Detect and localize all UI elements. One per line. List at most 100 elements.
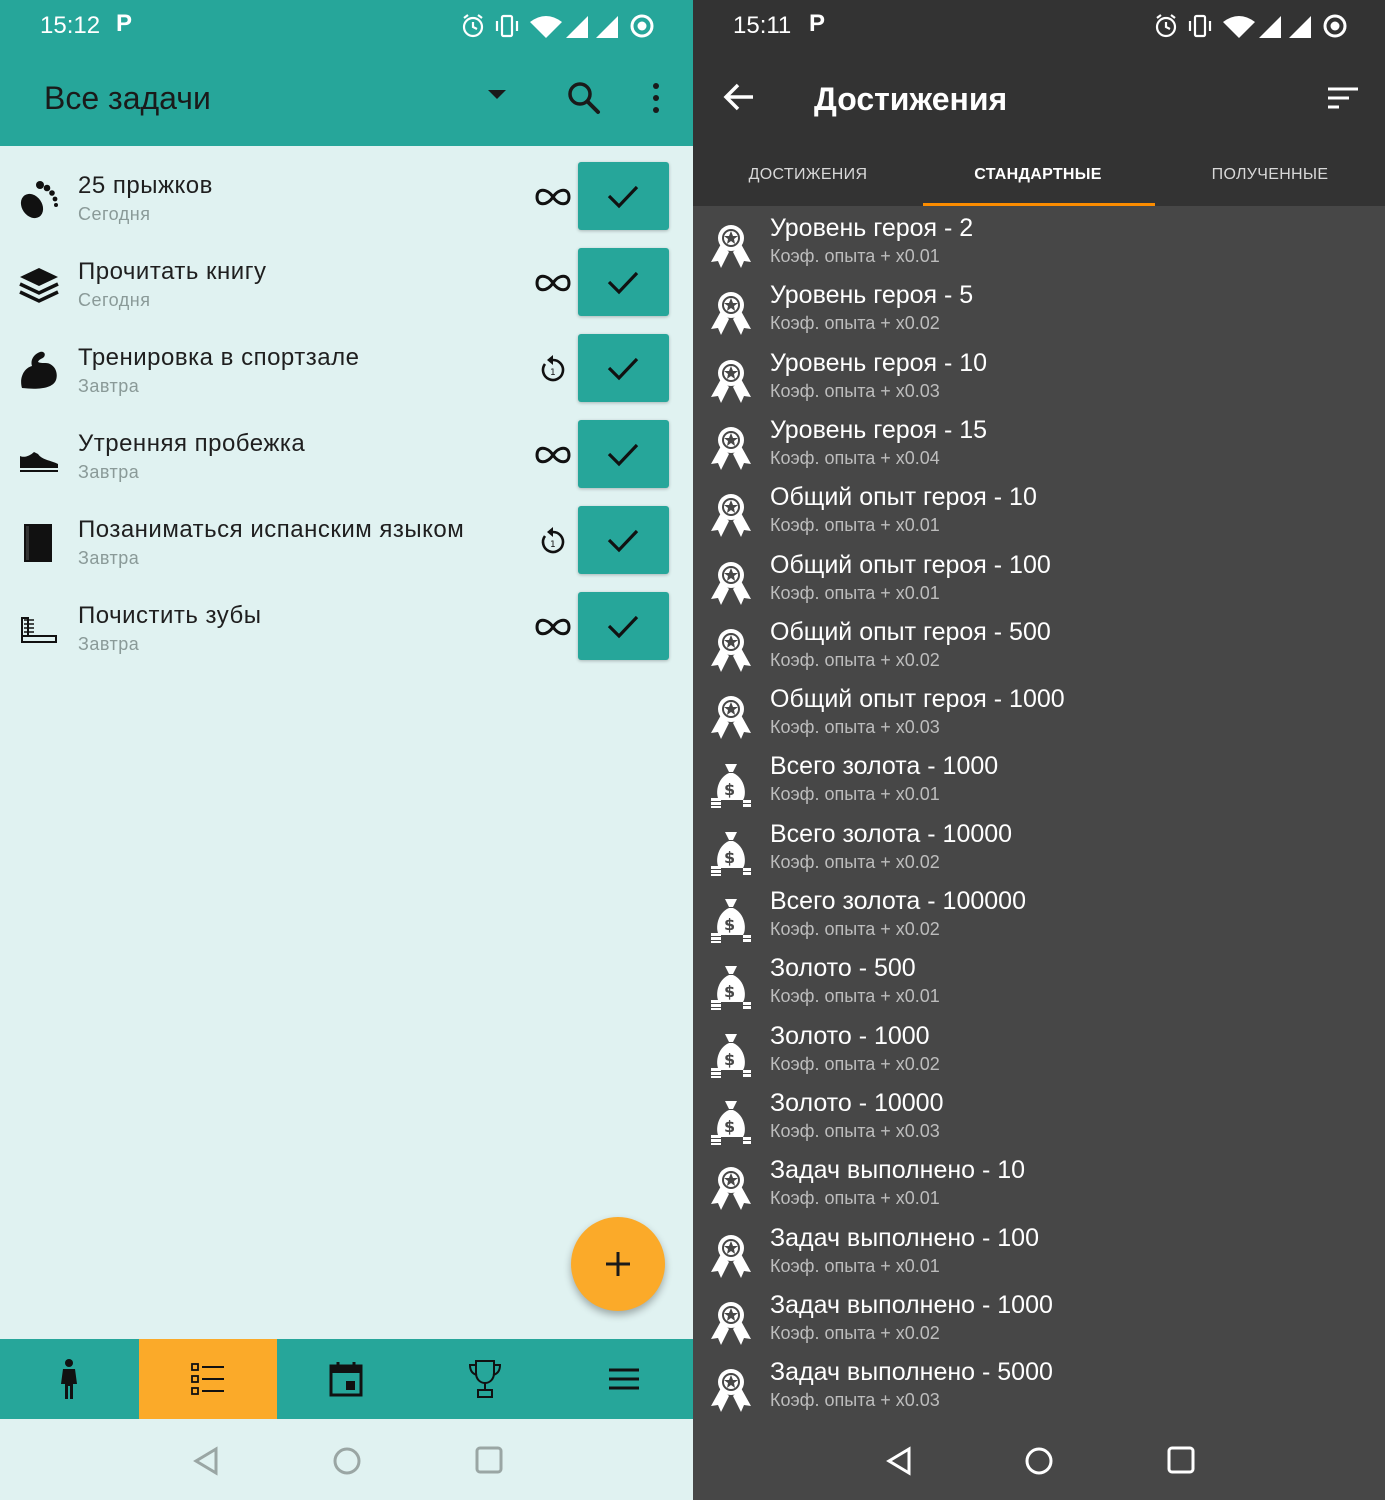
menu-icon [608,1368,639,1390]
nav-menu[interactable] [554,1339,693,1419]
check-icon [607,529,639,553]
achievement-item[interactable]: Уровень героя - 10 Коэф. опыта + x0.03 [693,347,1385,414]
achievement-item[interactable]: $ Золото - 500 Коэф. опыта + x0.01 [693,952,1385,1019]
achievement-item[interactable]: $ Всего золота - 100000 Коэф. опыта + x0.0… [693,885,1385,952]
achievement-item[interactable]: Задач выполнено - 1000 Коэф. опыта + x0.0… [693,1289,1385,1356]
achievement-item[interactable]: Задач выполнено - 100 Коэф. опыта + x0.01 [693,1222,1385,1289]
infinity-icon [535,446,571,464]
task-row[interactable]: Позаниматься испанским языком Завтра 1 [0,506,693,592]
complete-task-button[interactable] [578,162,669,230]
achievement-name: Уровень героя - 10 [770,348,988,377]
achievement-item[interactable]: $ Золото - 1000 Коэф. опыта + x0.02 [693,1020,1385,1087]
task-name: Прочитать книгу [78,258,267,285]
achievement-item[interactable]: Уровень героя - 2 Коэф. опыта + x0.01 [693,212,1385,279]
calendar-icon [329,1362,363,1397]
achievement-reward: Коэф. опыта + x0.01 [770,784,940,805]
trophy-icon [469,1360,502,1398]
complete-task-button[interactable] [578,334,669,402]
task-row[interactable]: Прочитать книгу Сегодня [0,248,693,334]
tab-achievements[interactable]: ДОСТИЖЕНИЯ [693,166,923,184]
achievement-item[interactable]: Уровень героя - 5 Коэф. опыта + x0.02 [693,279,1385,346]
nav-achievements[interactable] [416,1339,555,1419]
achievement-name: Уровень героя - 15 [770,415,988,444]
home-nav-icon[interactable] [332,1446,362,1476]
filter-dropdown-icon[interactable] [488,90,506,99]
nav-calendar[interactable] [277,1339,416,1419]
status-time: 15:12 [40,12,101,39]
back-nav-icon[interactable] [885,1446,913,1476]
recents-nav-icon[interactable] [475,1446,503,1474]
achievement-item[interactable]: Общий опыт героя - 1000 Коэф. опыта + x0.… [693,683,1385,750]
task-name: Утренняя пробежка [78,430,306,457]
bicep-icon [21,351,57,389]
sort-icon[interactable] [1327,86,1359,110]
tab-received[interactable]: ПОЛУЧЕННЫЕ [1155,166,1385,184]
wifi-icon [1223,16,1255,38]
task-row[interactable]: Утренняя пробежка Завтра [0,420,693,506]
achievement-item[interactable]: Уровень героя - 15 Коэф. опыта + x0.04 [693,414,1385,481]
achievement-item[interactable]: Общий опыт героя - 500 Коэф. опыта + x0.0… [693,616,1385,683]
vibrate-icon [495,14,519,38]
achievement-reward: Коэф. опыта + x0.02 [770,1322,940,1343]
toothbrush-icon [21,617,57,643]
achievement-item[interactable]: Задач выполнено - 5000 Коэф. опыта + x0.0… [693,1356,1385,1423]
back-arrow-icon[interactable] [723,82,755,112]
check-icon [607,357,639,381]
svg-text:$: $ [724,915,735,934]
foot-icon [20,181,58,219]
task-date: Сегодня [78,204,151,224]
svg-text:1: 1 [550,368,556,378]
achievement-name: Общий опыт героя - 1000 [770,685,1065,714]
task-date: Завтра [78,376,140,396]
complete-task-button[interactable] [578,592,669,660]
nav-hero[interactable] [0,1339,139,1419]
ribbon-icon [709,491,753,539]
achievement-name: Уровень героя - 5 [770,281,974,310]
search-icon[interactable] [566,80,602,116]
achievement-name: Золото - 10000 [770,1088,944,1117]
task-date: Сегодня [78,290,151,310]
parking-icon: P [116,10,133,37]
repeat-once-icon: 1 [541,355,565,382]
money-bag-icon: $ [709,962,753,1011]
recents-nav-icon[interactable] [1167,1446,1195,1474]
achievement-item[interactable]: Общий опыт героя - 100 Коэф. опыта + x0.0… [693,549,1385,616]
ribbon-icon [709,1366,753,1414]
wifi-icon [530,16,562,38]
status-time: 15:11 [733,12,792,39]
achievement-reward: Коэф. опыта + x0.02 [770,313,940,334]
complete-task-button[interactable] [578,420,669,488]
add-task-button[interactable] [571,1217,665,1311]
plus-icon [606,1252,630,1276]
achievement-reward: Коэф. опыта + x0.01 [770,986,940,1007]
task-row[interactable]: Тренировка в спортзале Завтра 1 [0,334,693,420]
home-nav-icon[interactable] [1024,1446,1054,1476]
task-row[interactable]: 25 прыжков Сегодня [0,162,693,248]
svg-text:$: $ [724,1050,735,1069]
achievement-reward: Коэф. опыта + x0.03 [770,1390,940,1411]
task-name: 25 прыжков [78,172,213,199]
nav-tasks[interactable] [138,1339,278,1419]
money-bag-icon: $ [709,895,753,943]
task-row[interactable]: Почистить зубы Завтра [0,592,693,678]
achievement-name: Задач выполнено - 1000 [770,1290,1053,1319]
achievement-item[interactable]: Задач выполнено - 10 Коэф. опыта + x0.01 [693,1154,1385,1221]
check-icon [607,271,639,295]
more-vert-icon[interactable] [644,80,668,116]
task-date: Завтра [78,462,140,482]
achievement-item[interactable]: $ Золото - 10000 Коэф. опыта + x0.03 [693,1087,1385,1154]
achievement-reward: Коэф. опыта + x0.01 [770,515,940,536]
complete-task-button[interactable] [578,248,669,316]
alarm-icon [1155,14,1177,38]
achievement-reward: Коэф. опыта + x0.03 [770,717,940,738]
achievement-item[interactable]: $ Всего золота - 10000 Коэф. опыта + x0.02 [693,818,1385,885]
book-icon [24,524,52,562]
tab-standard[interactable]: СТАНДАРТНЫЕ [923,166,1153,184]
task-name: Почистить зубы [78,602,262,629]
achievement-item[interactable]: $ Всего золота - 1000 Коэф. опыта + x0.01 [693,750,1385,817]
complete-task-button[interactable] [578,506,669,574]
achievement-item[interactable]: Общий опыт героя - 10 Коэф. опыта + x0.01 [693,481,1385,548]
tab-indicator [923,203,1155,206]
back-nav-icon[interactable] [192,1446,220,1476]
tasks-icon [190,1363,224,1395]
